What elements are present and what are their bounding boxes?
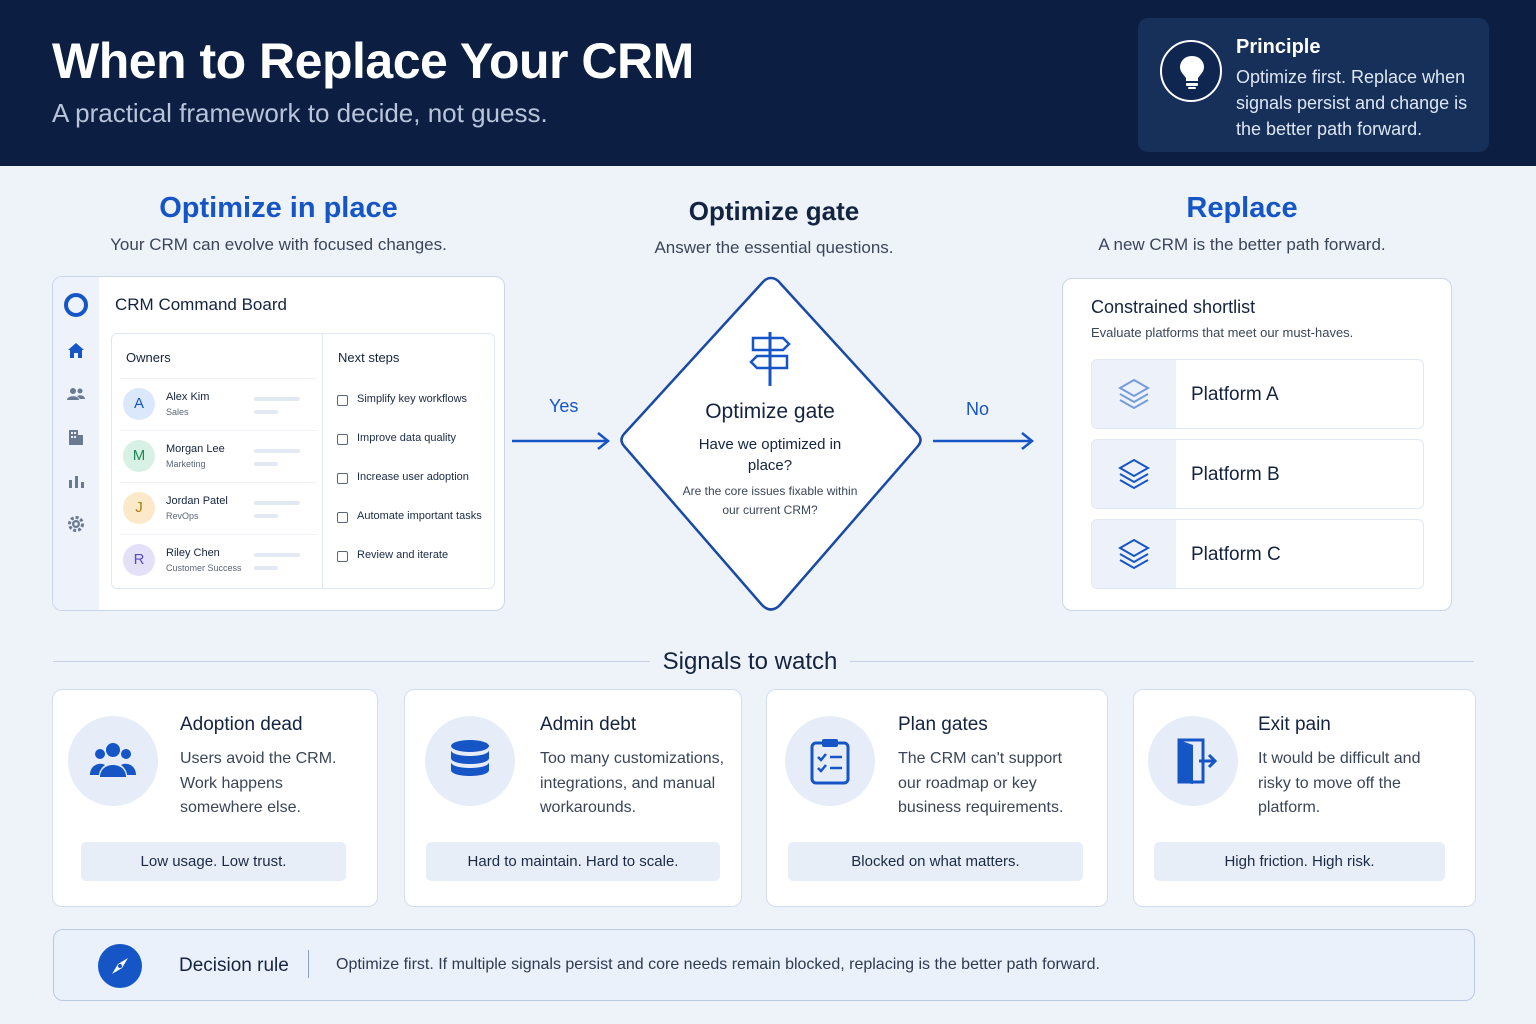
platform-label: Platform A xyxy=(1191,384,1279,405)
signal-title: Adoption dead xyxy=(180,714,303,735)
shortlist-title: Constrained shortlist xyxy=(1091,297,1256,317)
compass-icon xyxy=(98,944,142,988)
layers-icon xyxy=(1092,520,1176,588)
signal-title: Admin debt xyxy=(540,714,637,735)
signals-divider-left xyxy=(53,661,650,662)
platform-label: Platform B xyxy=(1191,464,1280,485)
layers-icon xyxy=(1092,360,1176,428)
signals-divider-right xyxy=(850,661,1474,662)
signal-card-exit-pain: Exit pain It would be difficult and risk… xyxy=(1133,689,1476,907)
platform-label: Platform C xyxy=(1191,544,1281,565)
platform-option[interactable]: Platform A xyxy=(1091,359,1424,429)
signals-heading: Signals to watch xyxy=(662,648,838,675)
signal-text: Too many customizations, integrations, a… xyxy=(540,750,725,816)
users-group-icon xyxy=(68,716,158,806)
gate-note: Are the core issues fixable within our c… xyxy=(682,484,858,517)
signal-card-plan-gates: Plan gates The CRM can't support our roa… xyxy=(766,689,1108,907)
platform-option[interactable]: Platform C xyxy=(1091,519,1424,589)
decision-rule-label: Decision rule xyxy=(179,955,289,976)
signal-title: Exit pain xyxy=(1258,714,1331,735)
platform-option[interactable]: Platform B xyxy=(1091,439,1424,509)
layers-icon xyxy=(1092,440,1176,508)
signal-text: Users avoid the CRM. Work happens somewh… xyxy=(180,750,337,816)
gate-title: Optimize gate xyxy=(705,400,835,423)
shortlist-subtitle: Evaluate platforms that meet our must-ha… xyxy=(1091,325,1354,340)
signal-pill: Blocked on what matters. xyxy=(788,842,1083,881)
gate-question: Have we optimized in place? xyxy=(698,436,842,474)
clipboard-checklist-icon xyxy=(785,716,875,806)
exit-door-icon xyxy=(1148,716,1238,806)
signal-pill: Low usage. Low trust. xyxy=(81,842,346,881)
signal-pill: High friction. High risk. xyxy=(1154,842,1445,881)
decision-rule-text: Optimize first. If multiple signals pers… xyxy=(336,956,1100,973)
signal-text: It would be difficult and risky to move … xyxy=(1258,750,1421,816)
decision-rule-divider xyxy=(308,950,309,978)
decision-rule-bar: Decision rule Optimize first. If multipl… xyxy=(53,929,1475,1001)
signal-text: The CRM can't support our roadmap or key… xyxy=(898,750,1064,816)
database-icon xyxy=(425,716,515,806)
no-label: No xyxy=(966,399,990,419)
signal-title: Plan gates xyxy=(898,714,988,735)
signal-card-adoption-dead: Adoption dead Users avoid the CRM. Work … xyxy=(52,689,378,907)
signal-pill: Hard to maintain. Hard to scale. xyxy=(426,842,720,881)
yes-label: Yes xyxy=(549,396,579,416)
constrained-shortlist: Constrained shortlist Evaluate platforms… xyxy=(1062,278,1452,611)
signpost-icon xyxy=(749,332,791,386)
signal-card-admin-debt: Admin debt Too many customizations, inte… xyxy=(404,689,742,907)
